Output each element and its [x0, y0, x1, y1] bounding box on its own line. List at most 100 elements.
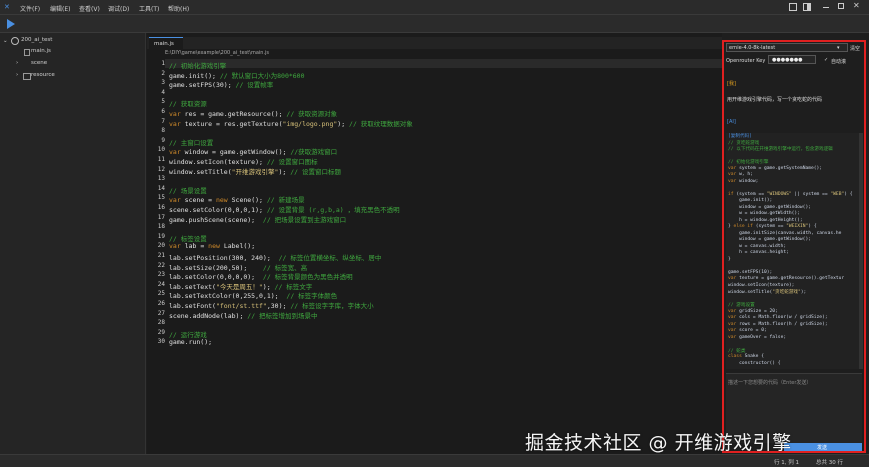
code-line[interactable]: lab.setPosition(300, 240); // 标签位置横坐标、纵坐… [169, 252, 381, 262]
line-number: 3 [161, 79, 165, 87]
tab-main-js[interactable]: main.js [149, 37, 183, 49]
line-number: 12 [157, 165, 165, 173]
code-line[interactable]: var res = game.getResource(); // 获取资源对象 [169, 108, 337, 118]
reply-code-line: // 贪吃蛇游戏 [728, 140, 760, 146]
line-gutter: 1 2 3 4 5 6 7 8 9 10 11 12 13 14 15 16 17 18 19 20 21 22 23 24 2… [147, 60, 165, 454]
line-number: 23 [157, 271, 165, 279]
folder-icon [23, 73, 31, 80]
line-number: 11 [157, 156, 165, 163]
reply-code-line: h = window.getHeight(); [728, 217, 803, 223]
menu-tools[interactable]: 工具(T) [139, 4, 159, 13]
code-line[interactable]: scene.setColor(0,0,0,1); // 设置背景 (r,g,b,… [169, 204, 400, 214]
code-line[interactable]: // 运行游戏 [169, 329, 207, 339]
code-line[interactable]: lab.setTextColor(0,255,0,1); // 标签字体颜色 [169, 290, 337, 300]
sidebar-item-main-js[interactable]: main.js [31, 48, 51, 54]
total-lines: 总共 30 行 [816, 460, 843, 466]
project-root[interactable]: 200_ai_test [21, 37, 52, 43]
line-number: 14 [157, 184, 165, 192]
line-number: 10 [157, 146, 165, 154]
code-line[interactable]: lab.setColor(0,0,0,0); // 标签背景颜色为黑色并透明 [169, 271, 353, 281]
code-line[interactable]: var texture = res.getTexture("img/logo.p… [169, 118, 413, 128]
send-label: 发送 [817, 445, 828, 451]
code-line[interactable]: game.setFPS(30); // 设置帧率 [169, 79, 273, 89]
code-line[interactable]: // 获取资源 [169, 98, 207, 108]
line-number: 7 [161, 117, 165, 125]
menu-help[interactable]: 帮助(H) [168, 4, 189, 13]
reply-code-line: constructor() { [728, 360, 781, 366]
prompt-placeholder: 描述一下您想要的代码（Enter发送） [728, 380, 812, 386]
reply-code-line: game.initSize(canvas.width, canvas.he [728, 230, 842, 236]
api-key-input[interactable]: ●●●●●●● [768, 55, 816, 64]
line-number: 13 [157, 175, 165, 183]
code-line[interactable]: var scene = new Scene(); // 新建场景 [169, 194, 305, 204]
line-number: 28 [157, 319, 165, 327]
menu-view[interactable]: 查看(V) [79, 4, 100, 13]
line-number: 27 [157, 309, 165, 317]
code-line[interactable]: // 标签设置 [169, 233, 207, 243]
autoscroll-check-icon[interactable]: ✓ [824, 57, 828, 63]
reply-code-line: w = canvas.width; [728, 243, 787, 249]
code-line[interactable]: // 主窗口设置 [169, 137, 213, 147]
line-number: 29 [157, 328, 165, 336]
code-line[interactable]: // 场景设置 [169, 185, 207, 195]
line-number: 30 [157, 338, 165, 346]
reply-code-line: game.setFPS(10); [728, 269, 773, 275]
maximize-icon[interactable] [838, 3, 844, 9]
line-number: 21 [157, 252, 165, 259]
reply-code-line: var system = game.getSystemName(); [728, 165, 823, 171]
file-icon [24, 49, 30, 56]
reply-code-line: var window; [728, 178, 759, 184]
code-line[interactable]: lab.setText("今天是周五！"); // 标签文字 [169, 281, 312, 291]
code-line[interactable]: // 初始化游戏引擎 [169, 60, 226, 70]
app-logo-icon: ✕ [4, 3, 10, 11]
menu-debug[interactable]: 调试(D) [108, 4, 129, 13]
editor-tab-bar: main.js [147, 37, 722, 49]
code-line[interactable]: game.run(); [169, 338, 212, 346]
reply-code-line: if (system == "WINDOWS" || system == "WE… [728, 191, 853, 197]
code-line[interactable]: window.setTitle("开维游戏引擎"); // 设置窗口标题 [169, 166, 341, 176]
ai-assistant-panel: ernie-4.0-8k-latest ▾ 清空 Openrouter Key … [722, 40, 866, 453]
reply-code-line: window.setTitle("贪吃蛇游戏"); [728, 290, 807, 295]
collapse-chevron-icon[interactable]: › [16, 60, 18, 66]
line-number: 5 [161, 98, 165, 106]
send-button[interactable]: 发送 [784, 443, 862, 451]
api-key-label: Openrouter Key [726, 58, 766, 64]
code-line[interactable]: game.init(); // 默认窗口大小为800*600 [169, 70, 305, 80]
close-icon[interactable]: ✕ [853, 1, 860, 10]
menu-file[interactable]: 文件(F) [20, 4, 40, 13]
reply-scrollbar[interactable] [859, 133, 863, 369]
layout-panel-icon[interactable] [803, 3, 811, 11]
watermark: 掘金技术社区 @ 开维游戏引擎 [525, 432, 792, 454]
code-line[interactable]: var window = game.getWindow(); //获取游戏窗口 [169, 146, 337, 156]
collapse-chevron-icon[interactable]: › [16, 72, 18, 78]
user-tag: [我] [727, 81, 736, 87]
autoscroll-label: 自动滚 [831, 59, 847, 65]
menu-edit[interactable]: 编辑(E) [50, 4, 70, 13]
code-line[interactable]: var lab = new Label(); [169, 242, 255, 250]
run-icon[interactable] [6, 19, 16, 29]
reply-code-line: h = canvas.height; [728, 250, 789, 255]
layout-split-icon[interactable] [789, 3, 797, 11]
sidebar-item-scene[interactable]: scene [31, 60, 47, 66]
active-line-highlight [165, 59, 722, 68]
clear-button[interactable]: 清空 [850, 45, 860, 52]
reply-code-line: var w, h; [728, 172, 753, 177]
code-line[interactable]: scene.addNode(lab); // 把标签增加到场景中 [169, 310, 318, 320]
line-number: 1 [161, 60, 165, 67]
line-number: 9 [161, 136, 165, 144]
expand-chevron-icon[interactable]: ⌄ [3, 38, 8, 44]
model-select[interactable]: ernie-4.0-8k-latest ▾ [726, 43, 848, 52]
reply-code-line: [复制代码] [728, 134, 752, 139]
reply-code-line: game.init(); [728, 198, 773, 203]
reply-code-line: window = game.getWindow(); [728, 204, 811, 210]
code-line[interactable]: window.setIcon(texture); // 设置窗口图标 [169, 156, 318, 166]
minimize-icon[interactable] [823, 7, 829, 8]
line-number: 16 [157, 204, 165, 211]
reply-code-line: } else if (system == "WEIXIN") { [728, 224, 817, 229]
sidebar-item-resource[interactable]: resource [31, 72, 55, 78]
code-line[interactable]: game.pushScene(scene); // 把场景设置到主游戏窗口 [169, 214, 346, 224]
code-line[interactable]: lab.setFont("font/st.ttf",30); // 标签设字字库… [169, 300, 374, 310]
code-line[interactable]: lab.setSize(200,50); // 标签宽、高 [169, 262, 307, 272]
reply-code-line: var cols = Math.floor(w / gridSize); [728, 315, 828, 320]
user-message: 用开维游戏引擎代码，写一个贪吃蛇的代码 [727, 97, 823, 103]
